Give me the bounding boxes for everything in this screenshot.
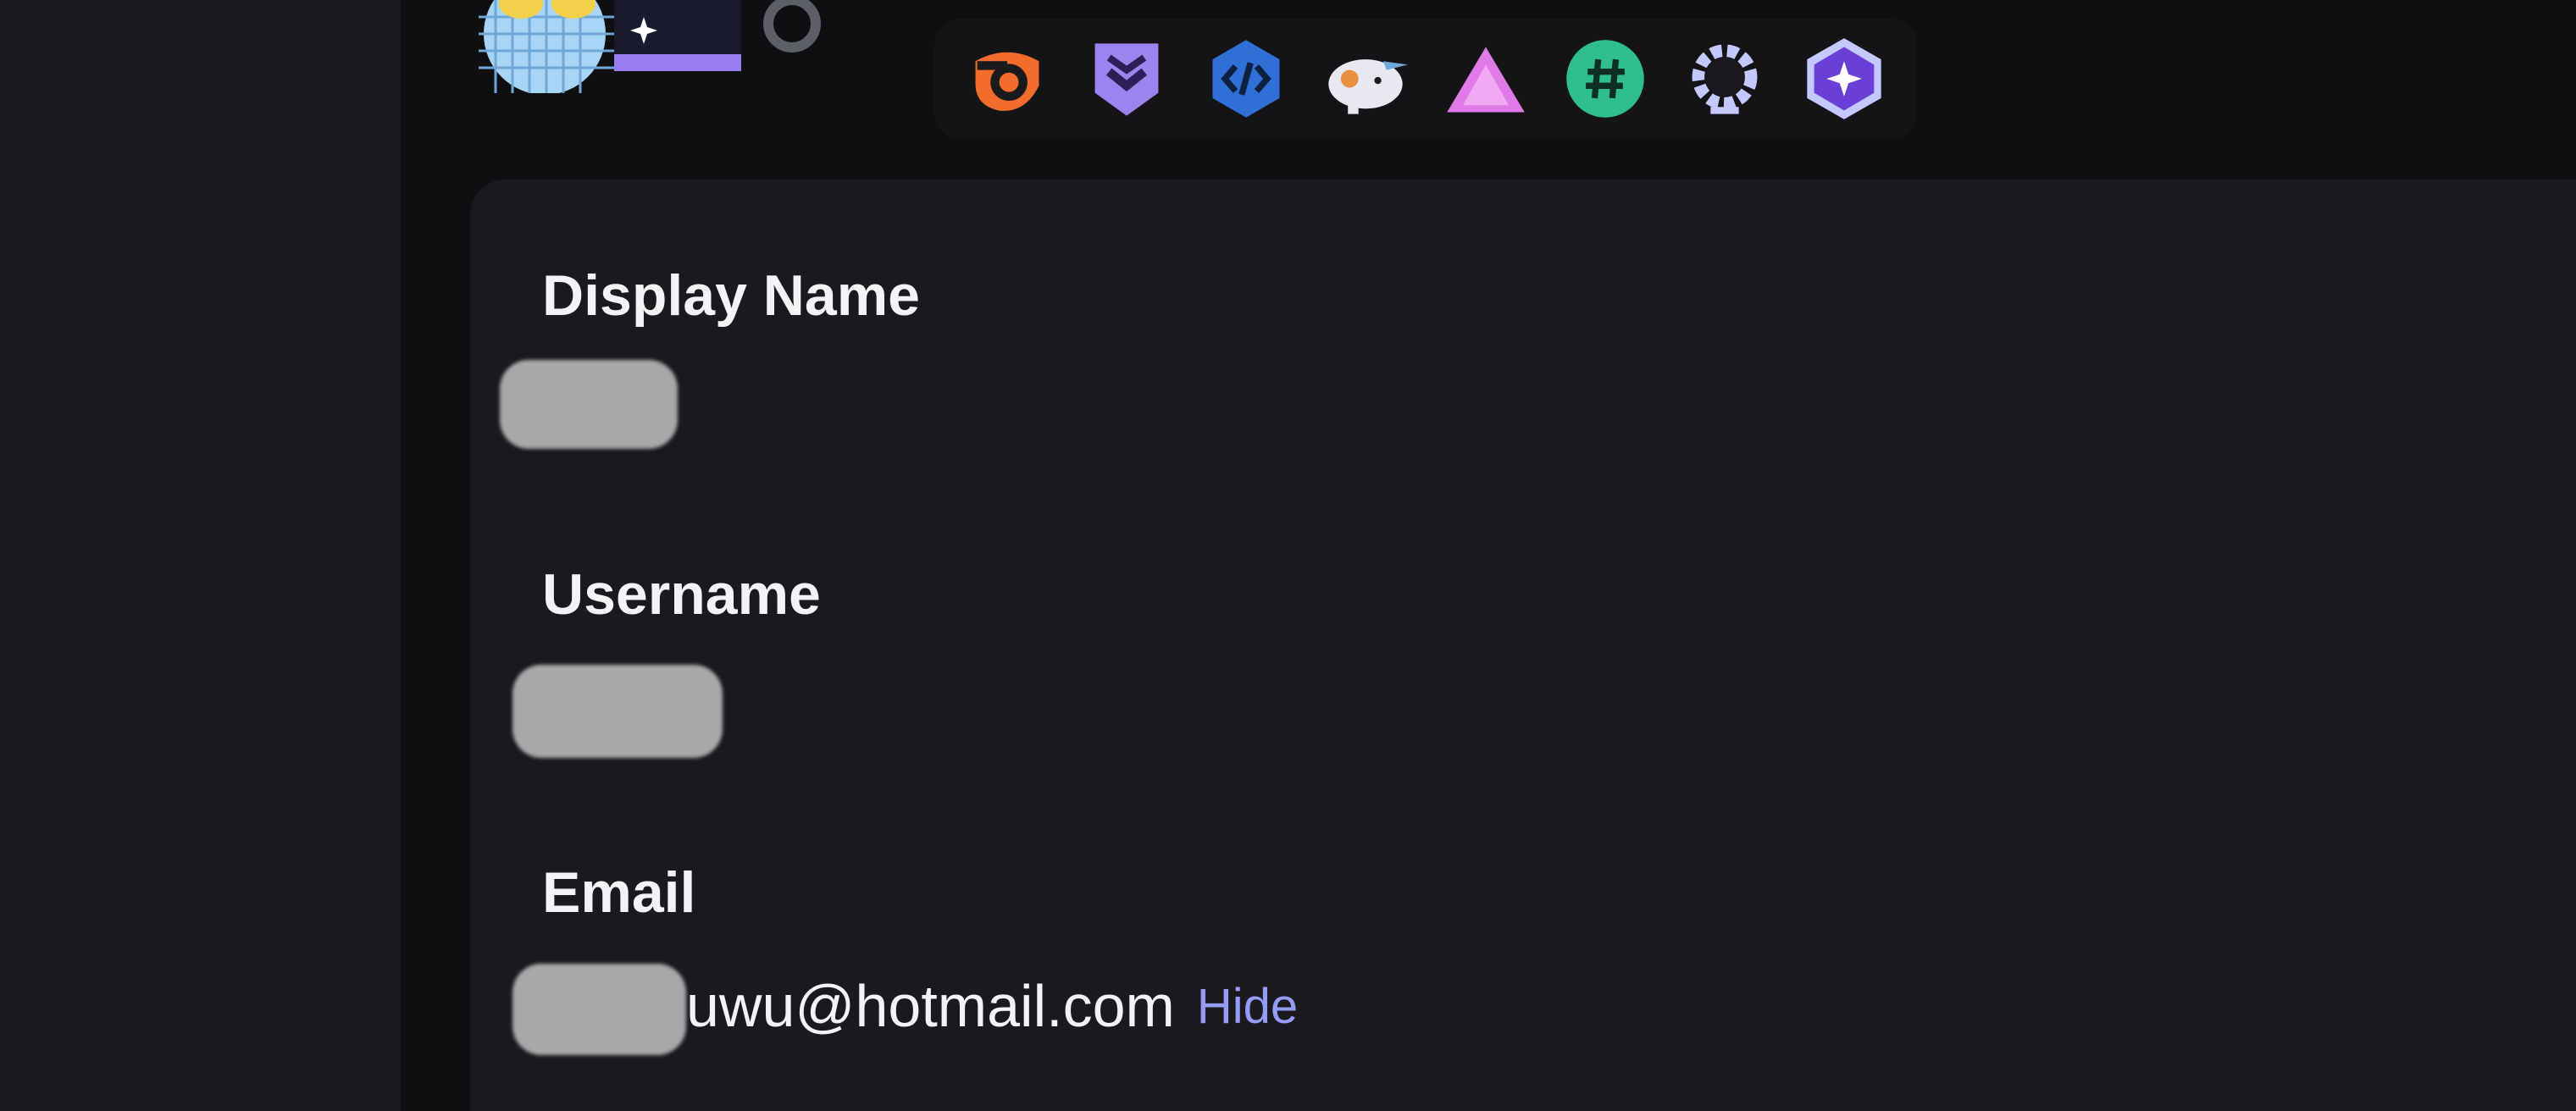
- hide-email-link[interactable]: Hide: [1197, 978, 1298, 1035]
- profile-banner[interactable]: [606, 0, 750, 75]
- username-value-redacted: [512, 665, 723, 758]
- hypesquad-bravery-icon[interactable]: [1080, 32, 1173, 125]
- email-value: uwu@hotmail.com: [686, 973, 1175, 1039]
- display-name-label: Display Name: [542, 263, 920, 328]
- status-indicator-icon: [763, 0, 821, 53]
- hashtag-badge-icon[interactable]: [1559, 32, 1652, 125]
- active-developer-icon[interactable]: [1199, 32, 1293, 125]
- email-value-row: uwu@hotmail.com Hide: [508, 964, 1298, 1048]
- avatar[interactable]: [479, 0, 614, 95]
- laurel-badge-icon[interactable]: [1678, 32, 1771, 125]
- badge-list: [934, 19, 1917, 139]
- display-name-value-redacted: [500, 360, 678, 449]
- hypesquad-balance-icon[interactable]: [961, 32, 1054, 125]
- profile-header: [479, 0, 851, 110]
- quest-badge-icon[interactable]: [1798, 32, 1891, 125]
- username-label: Username: [542, 562, 821, 627]
- triangle-badge-icon[interactable]: [1439, 32, 1532, 125]
- nitro-pet-icon[interactable]: [1319, 32, 1412, 125]
- email-label: Email: [542, 860, 696, 925]
- left-sidebar: [0, 0, 401, 1111]
